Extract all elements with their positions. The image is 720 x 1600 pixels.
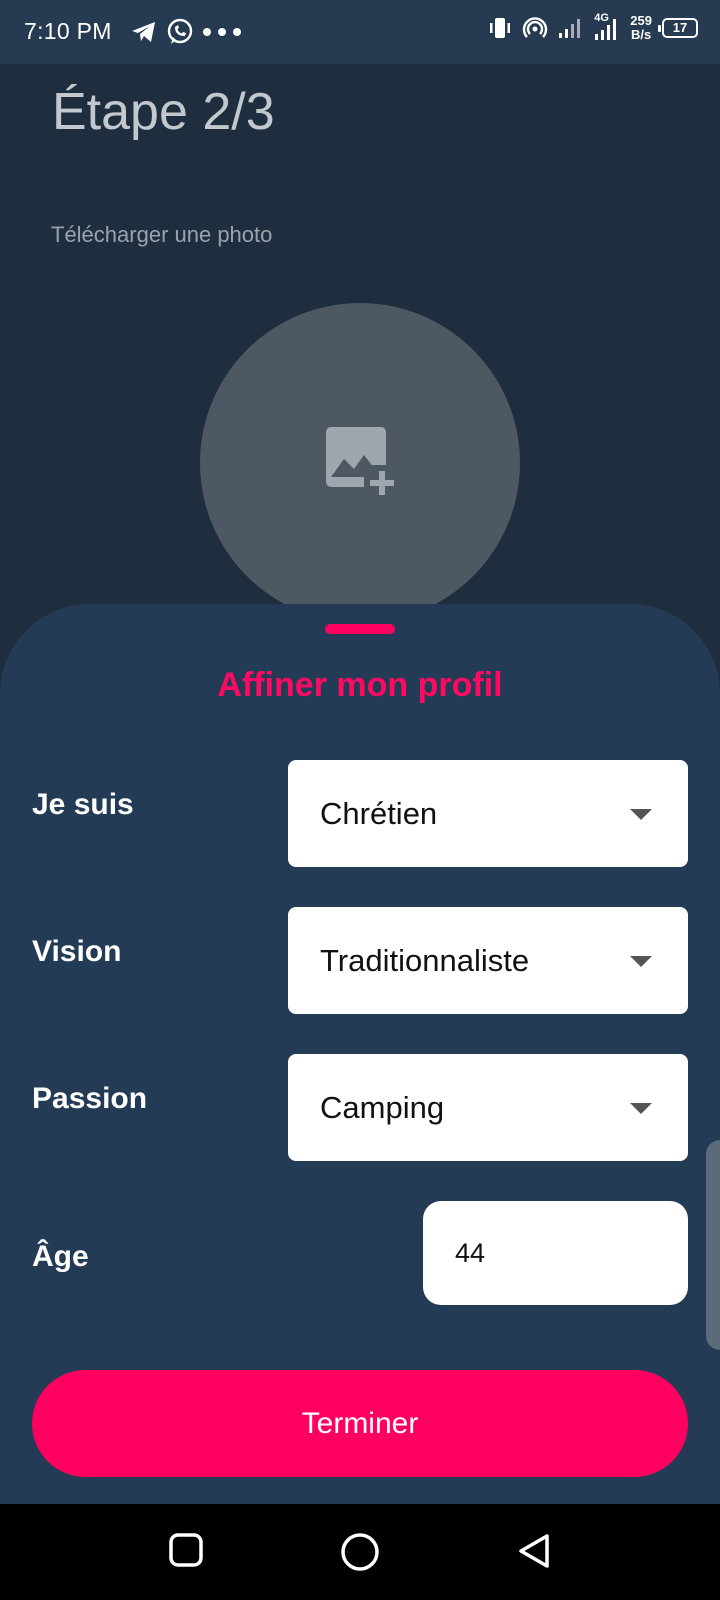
- edge-scroll-handle[interactable]: [706, 1140, 720, 1350]
- sheet-title: Affiner mon profil: [217, 666, 503, 704]
- network-speed: 259 B/s: [630, 14, 652, 42]
- system-status-icons: 4G 259 B/s 17: [488, 12, 698, 42]
- signal-icon: [559, 19, 581, 38]
- navigation-bar: [0, 1504, 720, 1600]
- vision-label: Vision: [32, 935, 122, 968]
- telegram-icon: [132, 22, 155, 42]
- religion-label: Je suis: [32, 788, 134, 821]
- passion-dropdown[interactable]: Camping: [288, 1054, 688, 1161]
- vibrate-icon: [490, 18, 511, 38]
- passion-label: Passion: [32, 1082, 148, 1115]
- notification-icons: [130, 18, 242, 46]
- more-dots-icon: [203, 28, 241, 36]
- step-title: Étape 2/3: [52, 83, 275, 141]
- whatsapp-icon: [167, 18, 193, 44]
- vision-value: Traditionnaliste: [320, 942, 530, 978]
- chevron-down-icon: [630, 956, 652, 967]
- battery-indicator: 17: [658, 18, 698, 38]
- add-photo-icon: [326, 427, 400, 499]
- age-value: 44: [455, 1237, 486, 1268]
- network-speed-value: 259: [630, 13, 652, 28]
- religion-dropdown[interactable]: Chrétien: [288, 760, 688, 867]
- age-label: Âge: [32, 1240, 89, 1273]
- passion-value: Camping: [320, 1089, 445, 1125]
- network-speed-unit: B/s: [631, 27, 652, 42]
- home-circle-icon[interactable]: [340, 1532, 380, 1572]
- status-bar: 7:10 PM 4G 259 B/s 17: [0, 0, 720, 64]
- religion-value: Chrétien: [320, 795, 438, 831]
- screen: 7:10 PM 4G 259 B/s 17 Étape 2/3 Téléchar…: [0, 0, 720, 1600]
- recents-square-icon[interactable]: [168, 1532, 204, 1568]
- photo-upload-button[interactable]: [200, 303, 520, 623]
- chevron-down-icon: [630, 809, 652, 820]
- finish-button[interactable]: Terminer: [32, 1370, 688, 1477]
- back-triangle-icon[interactable]: [516, 1532, 552, 1570]
- status-time: 7:10 PM: [24, 18, 112, 44]
- sheet-drag-handle[interactable]: [325, 624, 395, 634]
- signal-4g-icon: 4G: [592, 12, 620, 42]
- upload-photo-label: Télécharger une photo: [51, 222, 273, 247]
- vision-dropdown[interactable]: Traditionnaliste: [288, 907, 688, 1014]
- hotspot-icon: [523, 17, 548, 38]
- chevron-down-icon: [630, 1103, 652, 1114]
- profile-bottom-sheet: Affiner mon profil Je suis Chrétien Visi…: [0, 604, 720, 1504]
- age-input[interactable]: 44: [423, 1201, 688, 1305]
